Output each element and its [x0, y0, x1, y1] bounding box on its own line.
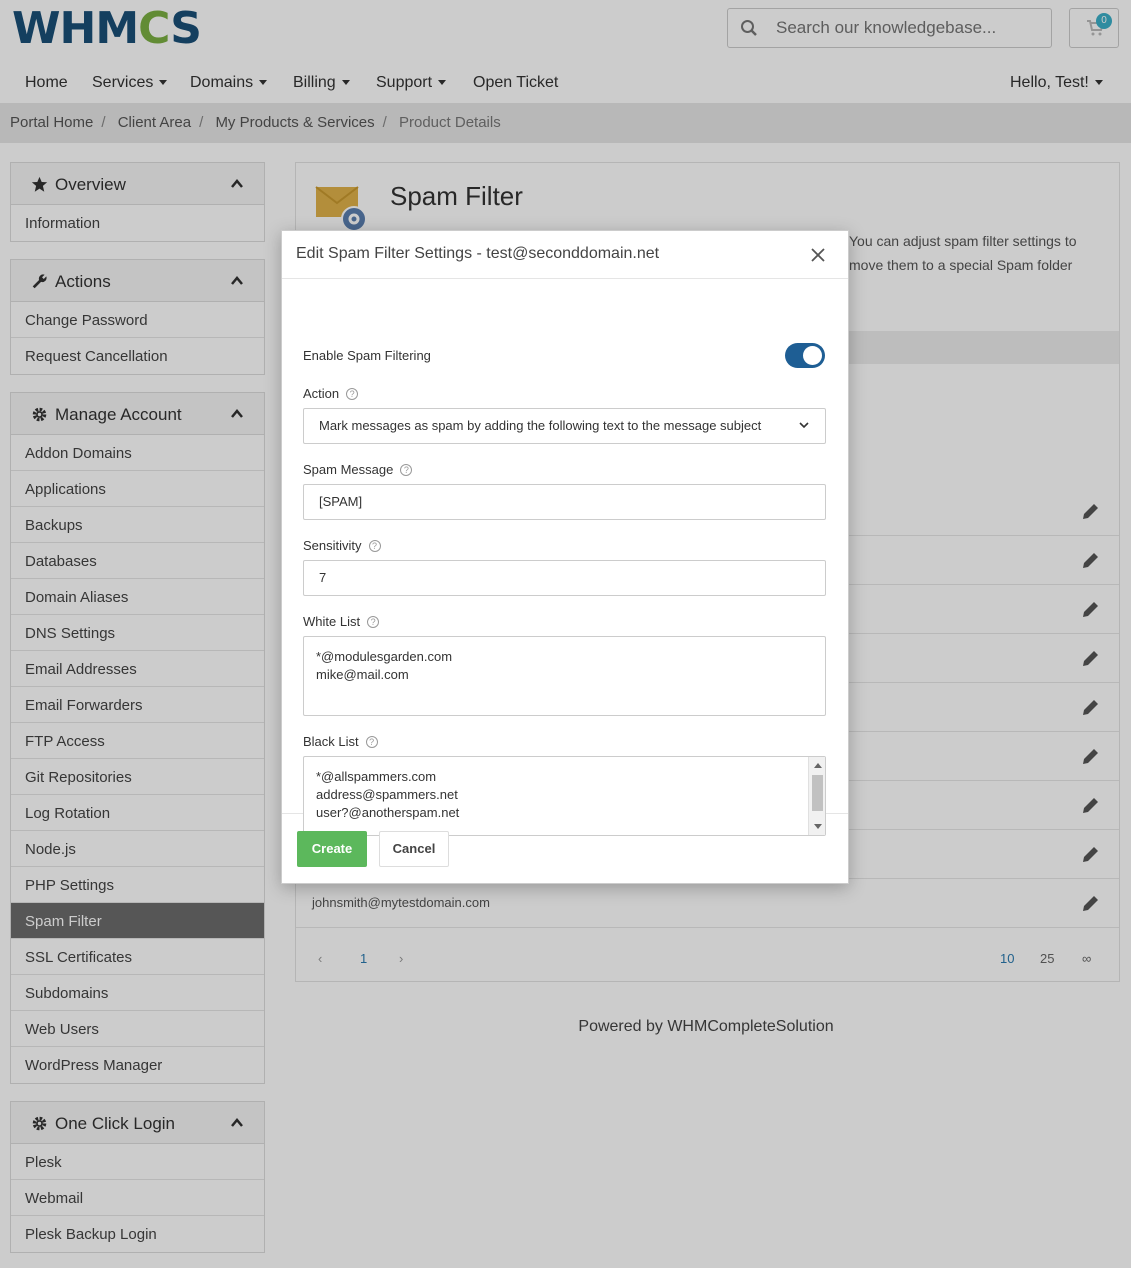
sensitivity-label: Sensitivity?: [303, 538, 381, 553]
help-icon[interactable]: ?: [368, 540, 381, 552]
spam-message-label: Spam Message?: [303, 462, 413, 477]
action-select[interactable]: Mark messages as spam by adding the foll…: [303, 408, 826, 444]
modal-footer: Create Cancel: [282, 814, 848, 883]
scroll-up-icon[interactable]: [814, 763, 822, 768]
help-icon[interactable]: ?: [400, 464, 413, 476]
action-label: Action?: [303, 386, 359, 401]
enable-spam-filtering-label: Enable Spam Filtering: [303, 348, 431, 363]
chevron-down-icon: [799, 422, 809, 429]
modal-title: Edit Spam Filter Settings - test@secondd…: [296, 245, 660, 262]
white-list-label: White List?: [303, 614, 380, 629]
help-icon[interactable]: ?: [346, 388, 359, 400]
help-icon[interactable]: ?: [365, 736, 378, 748]
modal-header: Edit Spam Filter Settings - test@secondd…: [282, 231, 848, 279]
scroll-thumb[interactable]: [812, 775, 823, 811]
sensitivity-input[interactable]: 7: [303, 560, 826, 596]
cancel-button[interactable]: Cancel: [379, 831, 449, 867]
white-list-textarea[interactable]: *@modulesgarden.com mike@mail.com: [303, 636, 826, 716]
close-icon[interactable]: [810, 247, 826, 263]
black-list-label: Black List?: [303, 734, 378, 749]
spam-message-input[interactable]: [SPAM]: [303, 484, 826, 520]
enable-spam-filtering-toggle[interactable]: [785, 343, 825, 368]
modal-body: Enable Spam Filtering Action? Mark messa…: [282, 279, 848, 836]
help-icon[interactable]: ?: [367, 616, 380, 628]
toggle-knob: [803, 346, 822, 365]
edit-spam-filter-modal: Edit Spam Filter Settings - test@secondd…: [281, 230, 849, 884]
create-button[interactable]: Create: [297, 831, 367, 867]
